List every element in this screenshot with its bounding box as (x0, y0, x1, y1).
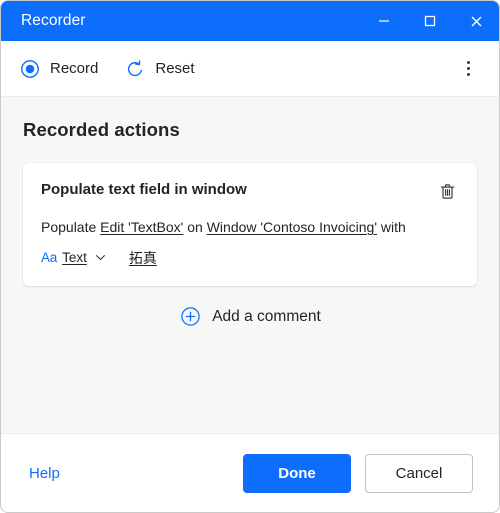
title-bar: Recorder (1, 1, 499, 41)
action-description: Populate Edit 'TextBox' on Window 'Conto… (41, 217, 459, 239)
reset-button[interactable]: Reset (124, 58, 195, 80)
add-comment-button[interactable]: Add a comment (23, 306, 477, 328)
action-title: Populate text field in window (41, 181, 247, 198)
content-area: Recorded actions Populate text field in … (1, 97, 499, 433)
maximize-button[interactable] (407, 1, 453, 41)
desc-suffix: with (380, 219, 406, 235)
desc-prefix: Populate (41, 219, 97, 235)
done-button[interactable]: Done (243, 453, 351, 493)
close-button[interactable] (453, 1, 499, 41)
reset-arrow-icon (124, 58, 146, 80)
page-title: Recorded actions (23, 119, 180, 140)
recorded-action-card: Populate text field in window Populate E… (23, 163, 477, 286)
text-type-icon: Aa (41, 250, 58, 266)
desc-middle: on (187, 219, 203, 235)
record-button[interactable]: Record (19, 58, 98, 80)
minimize-button[interactable] (361, 1, 407, 41)
trash-icon[interactable] (435, 179, 459, 203)
target-element-link[interactable]: Edit 'TextBox' (100, 219, 183, 235)
reset-label: Reset (155, 60, 195, 77)
recorder-window: Recorder Record Reset Recorded actions P… (0, 0, 500, 513)
parameter-row: Aa Text 拓真 (41, 248, 459, 268)
target-window-link[interactable]: Window 'Contoso Invoicing' (207, 219, 377, 235)
card-header: Populate text field in window (41, 179, 459, 203)
toolbar: Record Reset (1, 41, 499, 97)
help-link[interactable]: Help (29, 465, 60, 482)
more-vertical-icon[interactable] (453, 53, 483, 85)
record-label: Record (50, 60, 99, 77)
add-comment-label: Add a comment (212, 307, 321, 325)
plus-circle-icon (179, 306, 201, 328)
parameter-value[interactable]: 拓真 (129, 248, 157, 268)
chevron-down-icon[interactable] (94, 251, 107, 264)
window-title: Recorder (21, 12, 86, 29)
cancel-button[interactable]: Cancel (365, 453, 473, 493)
record-radio-icon (19, 58, 41, 80)
footer-bar: Help Done Cancel (1, 433, 499, 512)
parameter-type-label[interactable]: Text (62, 250, 87, 265)
